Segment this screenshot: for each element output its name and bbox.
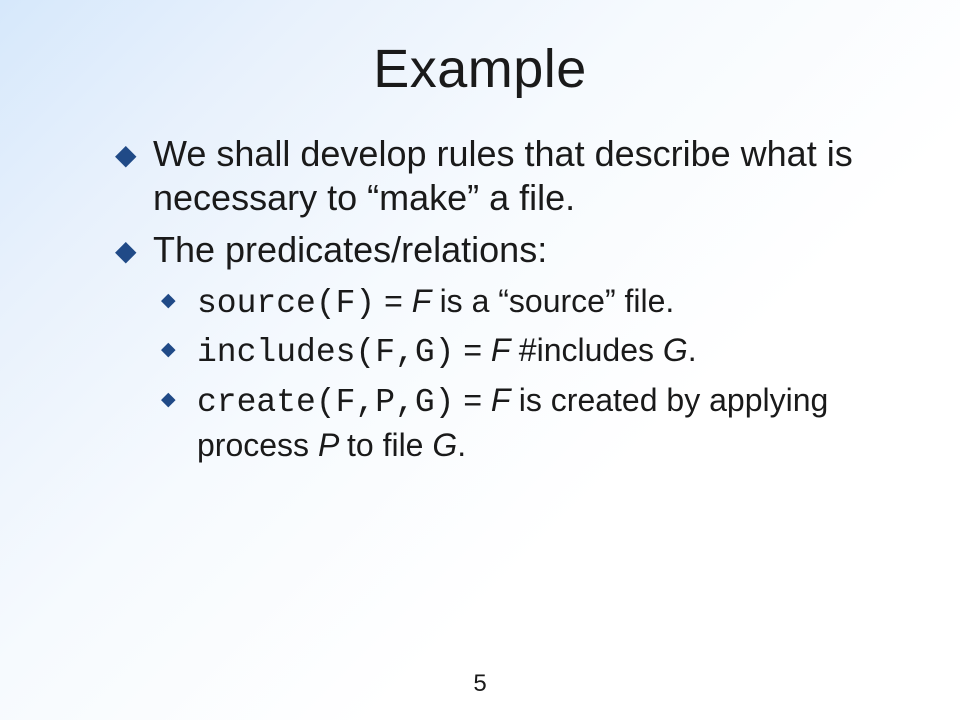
bullet-level2: create(F,P,G) = F is created by applying… — [115, 379, 890, 467]
var-span: G — [432, 427, 457, 463]
var-span: P — [318, 427, 347, 463]
text-span: . — [457, 427, 466, 463]
text-span: = — [454, 332, 490, 368]
slide-title: Example — [0, 0, 960, 100]
var-span: G — [663, 332, 688, 368]
var-span: F — [412, 283, 440, 319]
text-span: to file — [347, 427, 432, 463]
bullet-level2: source(F) = F is a “source” file. — [115, 280, 890, 326]
text-span: = — [375, 283, 411, 319]
bullet-level2: includes(F,G) = F #includes G. — [115, 329, 890, 375]
text-span: is a “source” file. — [440, 283, 675, 319]
var-span: F — [491, 382, 519, 418]
bullet-text: We shall develop rules that describe wha… — [153, 133, 853, 218]
slide: Example We shall develop rules that desc… — [0, 0, 960, 720]
code-span: includes(F,G) — [197, 334, 454, 371]
text-span: #includes — [519, 332, 663, 368]
slide-body: We shall develop rules that describe wha… — [0, 100, 960, 467]
bullet-level1: The predicates/relations: — [115, 228, 890, 272]
code-span: source(F) — [197, 285, 375, 322]
text-span: = — [454, 382, 490, 418]
bullet-level1: We shall develop rules that describe wha… — [115, 132, 890, 220]
page-number: 5 — [0, 670, 960, 698]
text-span: . — [688, 332, 697, 368]
code-span: create(F,P,G) — [197, 384, 454, 421]
var-span: F — [491, 332, 519, 368]
bullet-text: The predicates/relations: — [153, 229, 547, 270]
